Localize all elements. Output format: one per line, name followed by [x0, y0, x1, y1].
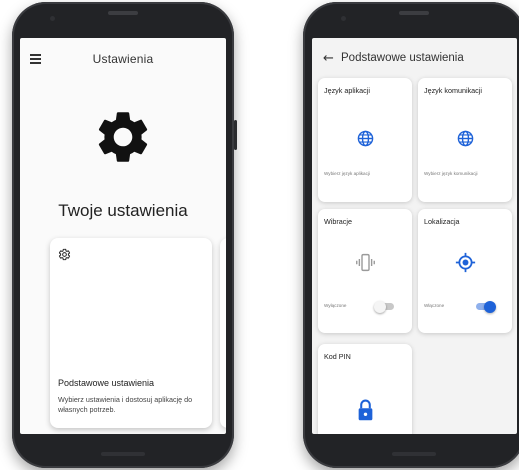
toggle-knob	[484, 300, 496, 313]
settings-screen: Ustawienia Twoje ustawienia Podstawowe u…	[20, 38, 226, 434]
left-phone-frame: Ustawienia Twoje ustawienia Podstawowe u…	[12, 2, 237, 468]
gear-outline-icon	[58, 248, 71, 261]
globe-icon	[357, 130, 374, 147]
location-icon	[455, 252, 476, 273]
tile-app-language[interactable]: Język aplikacji Wybierz język aplikacji	[318, 78, 412, 202]
card-description: Wybierz ustawienia i dostosuj aplikację …	[58, 395, 193, 414]
card-title: Podstawowe ustawienia	[58, 378, 155, 388]
next-card-peek[interactable]	[220, 238, 226, 428]
basic-settings-card[interactable]: Podstawowe ustawienia Wybierz ustawienia…	[50, 238, 212, 428]
front-camera	[341, 16, 346, 21]
tile-title: Język komunikacji	[424, 86, 482, 95]
tile-title: Język aplikacji	[324, 86, 370, 95]
back-arrow-icon[interactable]: ←	[323, 51, 334, 66]
tile-vibrations[interactable]: Wibracje Wyłączone	[318, 209, 412, 333]
globe-icon	[457, 130, 474, 147]
tile-subtitle: Wybierz język komunikacji	[424, 171, 478, 176]
vibration-toggle[interactable]	[374, 300, 394, 313]
page-title: Ustawienia	[92, 52, 154, 66]
right-phone-frame: ← Podstawowe ustawienia Język aplikacji …	[303, 2, 519, 468]
front-camera	[50, 16, 55, 21]
bottom-speaker	[392, 452, 436, 456]
lock-icon	[358, 399, 373, 421]
speaker-grille	[399, 11, 429, 15]
tile-status: Wyłączone	[324, 303, 347, 308]
vibration-icon	[356, 253, 375, 272]
tile-subtitle: Wybierz język aplikacji	[324, 171, 370, 176]
tile-location[interactable]: Lokalizacja Włączone	[418, 209, 512, 333]
toggle-knob	[374, 300, 386, 313]
page-title: Podstawowe ustawienia	[341, 52, 464, 64]
tile-title: Wibracje	[324, 217, 352, 226]
tile-pin-code[interactable]: Kod PIN	[318, 344, 412, 434]
tile-title: Kod PIN	[324, 352, 351, 361]
speaker-grille	[108, 11, 138, 15]
tile-title: Lokalizacja	[424, 217, 460, 226]
basic-settings-screen: ← Podstawowe ustawienia Język aplikacji …	[312, 38, 517, 434]
tile-communication-language[interactable]: Język komunikacji Wybierz język komunika…	[418, 78, 512, 202]
tile-status: Włączone	[424, 303, 445, 308]
app-bar: Ustawienia	[20, 38, 226, 82]
hero-title: Twoje ustawienia	[58, 201, 188, 220]
location-toggle[interactable]	[476, 300, 496, 313]
gear-icon	[98, 112, 148, 162]
volume-button	[234, 120, 237, 150]
bottom-speaker	[101, 452, 145, 456]
